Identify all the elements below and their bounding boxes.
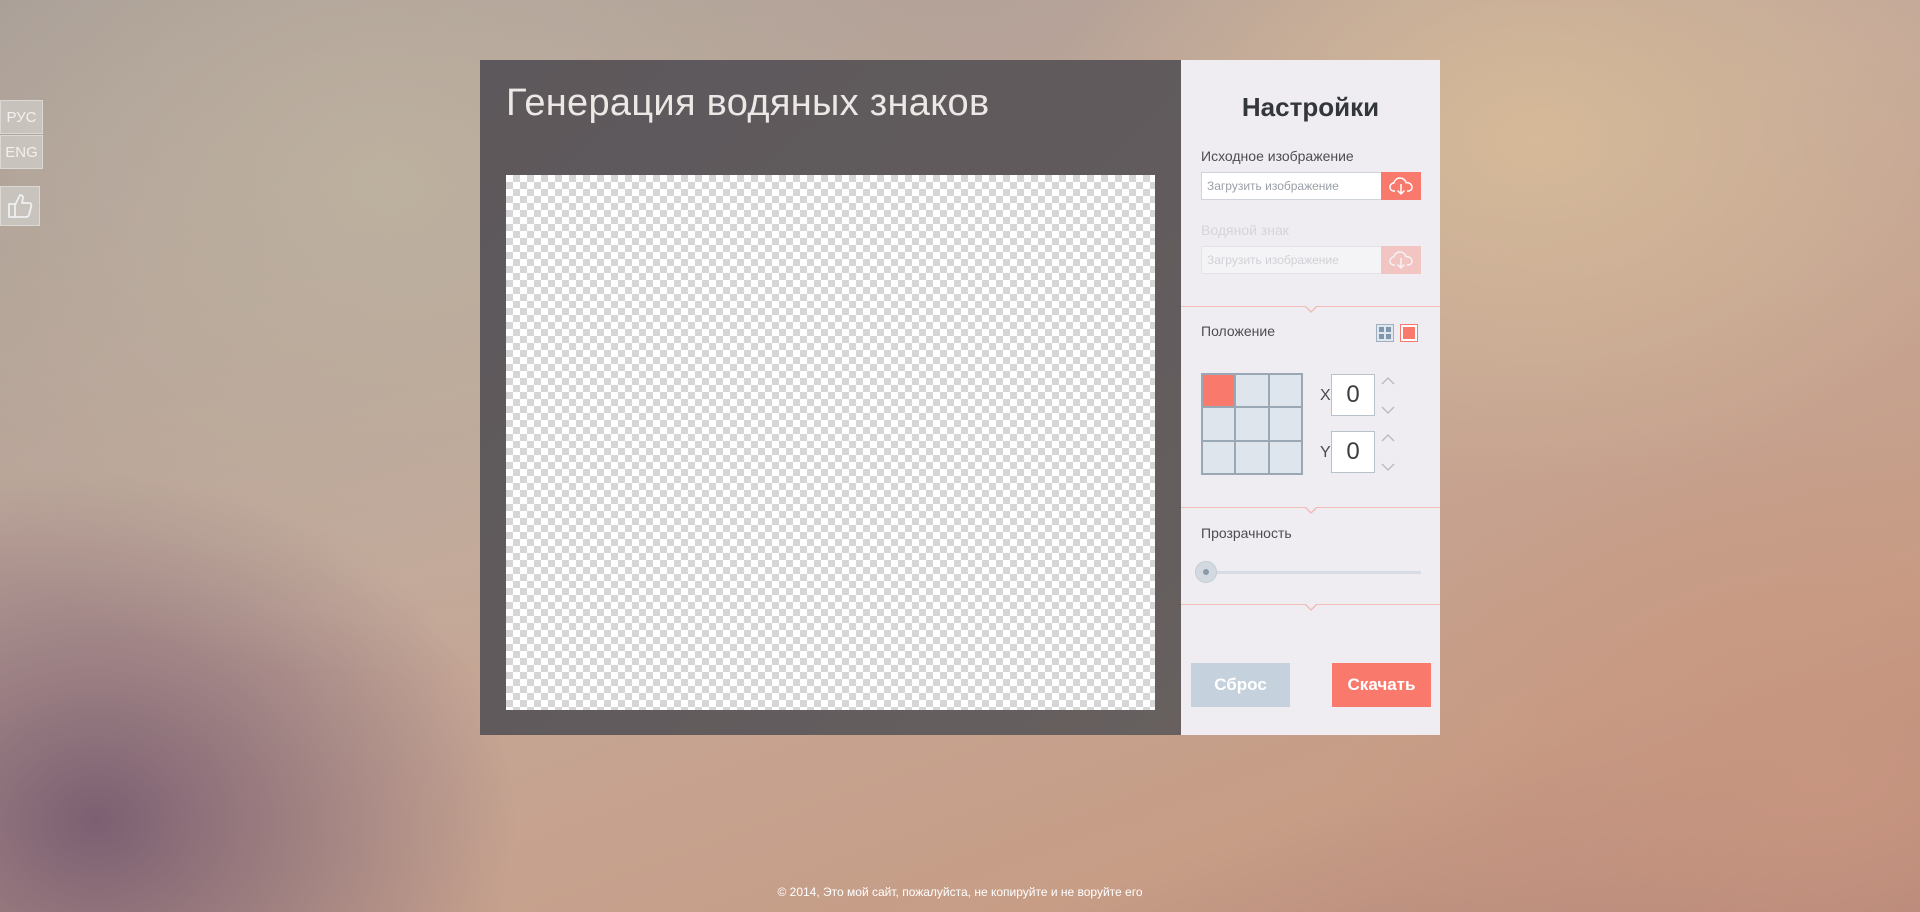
footer-copyright: © 2014, Это мой сайт, пожалуйста, не коп… xyxy=(777,885,1143,899)
position-grid xyxy=(1201,373,1303,475)
source-upload-button[interactable] xyxy=(1381,172,1421,200)
page-title: Генерация водяных знаков xyxy=(506,82,990,124)
single-mode-icon[interactable] xyxy=(1400,324,1418,342)
opacity-slider-track[interactable] xyxy=(1201,571,1421,574)
preview-panel: Генерация водяных знаков xyxy=(480,60,1181,735)
watermark-upload xyxy=(1201,246,1421,274)
y-decrement-button[interactable] xyxy=(1381,462,1395,472)
source-image-input[interactable] xyxy=(1201,172,1381,200)
thumbs-up-icon xyxy=(8,194,33,218)
reset-button[interactable]: Сброс xyxy=(1191,663,1290,707)
section-divider xyxy=(1181,305,1440,313)
position-label: Положение xyxy=(1201,323,1275,339)
image-preview-canvas[interactable] xyxy=(506,175,1155,710)
chevron-down-icon xyxy=(1381,463,1395,471)
settings-title: Настройки xyxy=(1241,92,1380,122)
chevron-down-icon xyxy=(1381,406,1395,414)
language-switcher: РУС ENG xyxy=(0,100,43,170)
y-increment-button[interactable] xyxy=(1381,433,1395,443)
cloud-download-icon xyxy=(1389,251,1413,270)
chevron-up-icon xyxy=(1381,434,1395,442)
position-cell-top-left[interactable] xyxy=(1202,374,1236,408)
position-cell-bottom-left[interactable] xyxy=(1202,440,1236,474)
chevron-up-icon xyxy=(1381,377,1395,385)
settings-panel: Настройки Исходное изображение Водяной з… xyxy=(1181,60,1440,735)
position-cell-center[interactable] xyxy=(1235,407,1269,441)
download-button[interactable]: Скачать xyxy=(1332,663,1431,707)
y-coordinate-input[interactable] xyxy=(1331,431,1375,473)
position-cell-middle-left[interactable] xyxy=(1202,407,1236,441)
source-image-label: Исходное изображение xyxy=(1201,148,1354,164)
source-image-upload xyxy=(1201,172,1421,200)
position-mode-switch xyxy=(1376,324,1418,342)
y-coordinate-label: Y xyxy=(1320,444,1331,461)
watermark-app: Генерация водяных знаков Настройки Исход… xyxy=(480,60,1440,735)
language-en-button[interactable]: ENG xyxy=(0,135,43,169)
position-cell-bottom-right[interactable] xyxy=(1268,440,1302,474)
position-cell-top-right[interactable] xyxy=(1268,374,1302,408)
position-cell-bottom-center[interactable] xyxy=(1235,440,1269,474)
watermark-label: Водяной знак xyxy=(1201,222,1289,238)
position-cell-middle-right[interactable] xyxy=(1268,407,1302,441)
like-button[interactable] xyxy=(0,186,40,226)
x-coordinate-input[interactable] xyxy=(1331,374,1375,416)
section-divider xyxy=(1181,603,1440,611)
x-decrement-button[interactable] xyxy=(1381,405,1395,415)
opacity-label: Прозрачность xyxy=(1201,525,1292,541)
watermark-input[interactable] xyxy=(1201,246,1381,274)
watermark-upload-button[interactable] xyxy=(1381,246,1421,274)
position-cell-top-center[interactable] xyxy=(1235,374,1269,408)
section-divider xyxy=(1181,506,1440,514)
grid-mode-icon[interactable] xyxy=(1376,324,1394,342)
x-increment-button[interactable] xyxy=(1381,376,1395,386)
language-ru-button[interactable]: РУС xyxy=(0,100,43,134)
cloud-download-icon xyxy=(1389,177,1413,196)
x-coordinate-label: X xyxy=(1320,387,1331,404)
opacity-slider-handle[interactable] xyxy=(1195,561,1217,583)
